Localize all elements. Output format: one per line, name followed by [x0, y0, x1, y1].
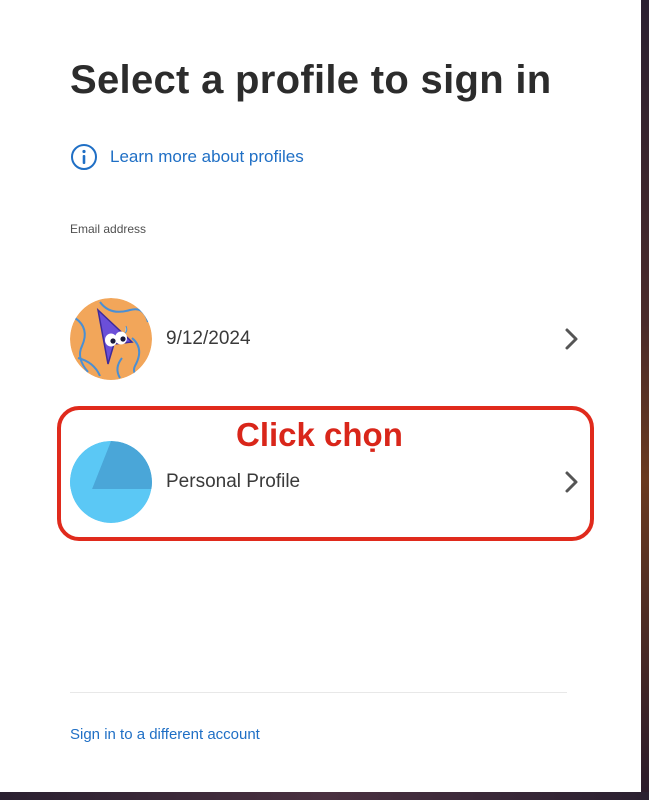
background-edge-right	[641, 0, 649, 800]
learn-more-link[interactable]: Learn more about profiles	[70, 143, 304, 171]
personal-profile-avatar	[70, 441, 152, 523]
different-account-link[interactable]: Sign in to a different account	[70, 726, 260, 743]
sign-in-dialog: Select a profile to sign in Learn more a…	[0, 0, 641, 792]
learn-more-label: Learn more about profiles	[110, 147, 304, 166]
annotation-text: Click chọn	[236, 416, 403, 453]
background-edge-bottom	[0, 792, 649, 800]
chevron-right-icon	[562, 327, 582, 351]
profile-label: 9/12/2024	[166, 328, 251, 349]
profile-label: Personal Profile	[166, 471, 301, 492]
chevron-right-icon	[562, 470, 582, 494]
info-icon	[70, 143, 98, 171]
page-title: Select a profile to sign in	[70, 58, 552, 102]
profile-item-dated[interactable]: 9/12/2024	[70, 298, 590, 380]
divider	[70, 692, 567, 693]
email-address-label: Email address	[70, 222, 147, 236]
cursor-character-avatar	[70, 298, 152, 380]
